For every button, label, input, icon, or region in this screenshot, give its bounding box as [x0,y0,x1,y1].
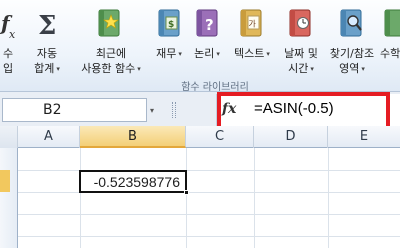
lookup-reference-label-2: 영역 ▾ [339,62,365,75]
date-time-button[interactable]: 날짜 및 시간 ▾ [276,0,326,82]
grid-line [18,214,400,215]
math-trig-button[interactable]: 수학 [378,0,400,82]
lookup-reference-button[interactable]: 찾기/참조 영역 ▾ [326,0,378,82]
lookup-reference-label-1: 찾기/참조 [329,47,375,60]
sigma-icon: Σ [36,8,60,41]
text-button[interactable]: 가 텍스트 ▾ [228,0,276,82]
worksheet-grid[interactable]: A B C D E -0.523598776 [0,126,400,248]
clock-book-icon [287,8,315,40]
recently-used-button[interactable]: 최근에 사용한 함수 ▾ [72,0,150,82]
column-header-b[interactable]: B [80,126,186,148]
date-time-label-1: 날짜 및 [284,47,318,60]
insert-function-button[interactable]: fx 수 입 [0,0,20,82]
grid-line [18,192,400,193]
grid-line [254,148,255,248]
column-header-e[interactable]: E [328,126,400,148]
column-header-d[interactable]: D [254,126,328,148]
name-box-dropdown-icon[interactable]: ▾ [150,106,154,115]
text-label: 텍스트 ▾ [234,47,270,60]
svg-text:x: x [9,28,16,40]
svg-text:?: ? [205,16,214,34]
grid-line [186,148,187,248]
math-trig-label: 수학 [380,47,400,60]
row-header-column[interactable] [0,148,18,248]
logical-button[interactable]: ? 논리 ▾ [188,0,226,82]
active-cell-b2[interactable]: -0.523598776 [79,170,187,193]
fx-icon: fx [0,8,18,41]
grid-line [328,148,329,248]
grid-line [18,236,400,237]
insert-function-label-1: 수 [2,47,14,60]
svg-text:가: 가 [249,20,257,29]
financial-label: 재무 ▾ [156,47,182,60]
function-library-group-label: 함수 라이브러리 [181,82,249,93]
svg-text:$: $ [168,20,174,30]
formula-bar-resize-handle[interactable] [172,102,176,118]
date-time-label-2: 시간 ▾ [288,62,314,75]
name-box[interactable]: B2 [2,98,147,122]
logical-label: 논리 ▾ [194,47,220,60]
row-header-selected[interactable] [0,170,10,192]
financial-book-icon: $ [156,8,184,40]
grid-line [18,170,400,171]
svg-text:Σ: Σ [38,11,56,40]
math-book-icon [382,8,400,40]
insert-function-label-2: 입 [2,62,14,75]
question-book-icon: ? [194,8,222,40]
column-header-row: A B C D E [0,126,400,148]
text-book-icon: 가 [238,8,266,40]
star-book-icon [96,8,124,40]
select-all-corner[interactable] [0,126,18,148]
column-header-a[interactable]: A [18,126,80,148]
magnifier-book-icon [338,8,366,40]
autosum-button[interactable]: Σ 자동 합계 ▾ [24,0,70,82]
autosum-label-2: 합계 ▾ [34,62,60,75]
fill-handle[interactable] [184,190,189,195]
financial-button[interactable]: $ 재무 ▾ [150,0,188,82]
recently-used-label-2: 사용한 함수 ▾ [81,62,141,75]
column-header-c[interactable]: C [186,126,254,148]
grid-line [80,148,81,248]
ribbon: fx 수 입 Σ 자동 합계 ▾ 최근에 사용한 함수 ▾ $ 재무 ▾ ? 논리 ▾ [0,0,400,93]
recently-used-label-1: 최근에 [95,47,127,60]
autosum-label-1: 자동 [36,47,58,60]
